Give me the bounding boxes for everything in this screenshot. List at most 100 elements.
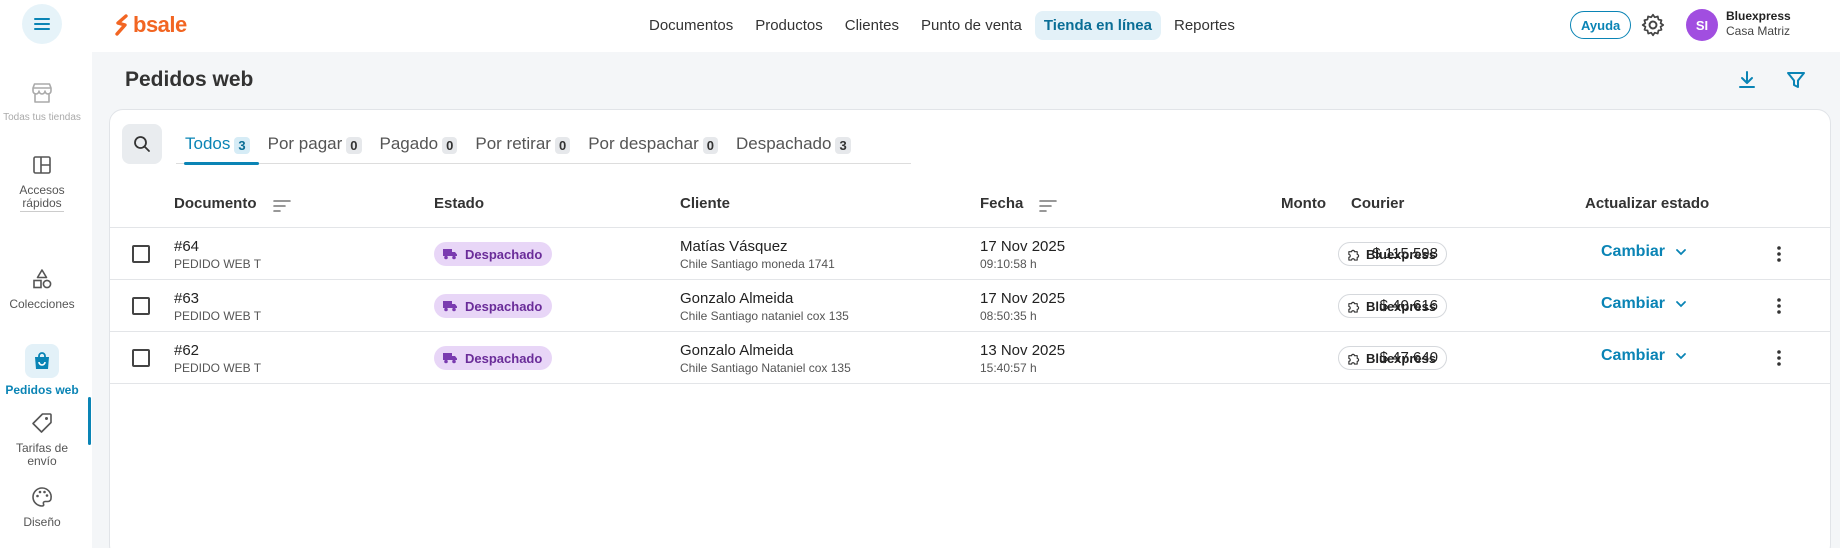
search-button[interactable]: [122, 124, 162, 164]
document-number[interactable]: #64: [174, 238, 199, 255]
account-info[interactable]: Bluexpress Casa Matriz: [1726, 9, 1791, 39]
nav-tienda-en-linea[interactable]: Tienda en línea: [1034, 11, 1161, 40]
tab-count: 0: [346, 137, 362, 154]
change-status-label: Cambiar: [1601, 243, 1666, 260]
change-status-label: Cambiar: [1601, 295, 1666, 312]
table-row[interactable]: #64 PEDIDO WEB T Despachado Matías Vásqu…: [110, 228, 1830, 280]
sidebar-item-label: Diseño: [23, 515, 61, 529]
row-checkbox[interactable]: [132, 297, 150, 315]
sidebar-item-tarifas-de-envio[interactable]: Tarifas de envío: [0, 410, 84, 468]
courier-label: Bluexpress: [1366, 350, 1437, 366]
document-type: PEDIDO WEB T: [174, 309, 262, 323]
column-header-monto: Monto: [1281, 195, 1326, 212]
sidebar-item-todas-tus-tiendas[interactable]: Todas tus tiendas: [0, 80, 84, 123]
gear-icon[interactable]: [1640, 12, 1666, 38]
puzzle-icon: [1348, 353, 1360, 365]
tab-label: Por retirar: [475, 134, 551, 153]
row-more-options-button[interactable]: [1767, 294, 1791, 318]
sort-icon[interactable]: [1038, 198, 1058, 214]
row-more-options-button[interactable]: [1767, 242, 1791, 266]
row-checkbox[interactable]: [132, 349, 150, 367]
column-header-courier: Courier: [1351, 195, 1405, 212]
column-header-fecha[interactable]: Fecha: [980, 195, 1023, 212]
nav-reportes[interactable]: Reportes: [1165, 11, 1244, 40]
sidebar-active-indicator: [88, 397, 91, 445]
bsale-logo[interactable]: bsale: [114, 12, 187, 38]
column-header-documento[interactable]: Documento: [174, 195, 257, 212]
nav-clientes[interactable]: Clientes: [836, 11, 908, 40]
sidebar-item-label: Colecciones: [9, 297, 75, 311]
main-nav: Documentos Productos Clientes Punto de v…: [640, 11, 1244, 40]
order-time: 15:40:57 h: [980, 361, 1037, 375]
sidebar-item-label: Pedidos web: [5, 383, 79, 397]
row-more-options-button[interactable]: [1767, 346, 1791, 370]
nav-punto-de-venta[interactable]: Punto de venta: [912, 11, 1031, 40]
column-header-cliente: Cliente: [680, 195, 731, 212]
document-number[interactable]: #62: [174, 342, 199, 359]
shopping-bag-icon: [35, 352, 49, 369]
order-date: 17 Nov 2025: [980, 290, 1066, 307]
tab-despachado[interactable]: Despachado 3: [727, 128, 860, 164]
puzzle-icon: [1348, 249, 1360, 261]
hamburger-menu-button[interactable]: [22, 4, 62, 44]
tab-todos[interactable]: Todos 3: [176, 128, 259, 165]
client-name: Gonzalo Almeida: [680, 342, 794, 359]
order-time: 09:10:58 h: [980, 257, 1037, 271]
change-status-dropdown[interactable]: Cambiar: [1601, 295, 1687, 313]
tab-label: Despachado: [736, 134, 832, 153]
account-name: Bluexpress: [1726, 9, 1791, 23]
puzzle-icon: [1348, 301, 1360, 313]
chevron-down-icon: [1676, 249, 1686, 256]
avatar[interactable]: SI: [1686, 9, 1718, 41]
logo-text: bsale: [133, 12, 187, 37]
tab-pagado[interactable]: Pagado 0: [371, 128, 467, 164]
status-badge: Despachado: [434, 294, 553, 318]
sidebar-item-diseno[interactable]: Diseño: [0, 484, 84, 529]
order-time: 08:50:35 h: [980, 309, 1037, 323]
sidebar-item-accesos-rapidos[interactable]: Accesos rápidos: [0, 152, 84, 210]
client-address: Chile Santiago nataniel cox 135: [680, 309, 849, 323]
nav-documentos[interactable]: Documentos: [640, 11, 742, 40]
top-bar: bsale Documentos Productos Clientes Punt…: [0, 0, 1840, 52]
client-address: Chile Santiago Nataniel cox 135: [680, 361, 851, 375]
document-type: PEDIDO WEB T: [174, 257, 262, 271]
row-checkbox[interactable]: [132, 245, 150, 263]
courier-badge: Bluexpress: [1338, 346, 1448, 370]
truck-icon: [443, 301, 457, 312]
nav-productos[interactable]: Productos: [746, 11, 832, 40]
sidebar-active-icon-wrap: [25, 344, 59, 378]
shapes-icon: [33, 269, 52, 289]
help-button[interactable]: Ayuda: [1570, 11, 1632, 39]
palette-icon: [32, 487, 52, 507]
change-status-dropdown[interactable]: Cambiar: [1601, 243, 1687, 261]
change-status-dropdown[interactable]: Cambiar: [1601, 347, 1687, 365]
courier-badge: Bluexpress: [1338, 294, 1448, 318]
tab-por-pagar[interactable]: Por pagar 0: [259, 128, 371, 164]
status-tabs: Todos 3 Por pagar 0 Pagado 0 Por retirar…: [176, 128, 911, 165]
tab-por-despachar[interactable]: Por despachar 0: [579, 128, 727, 164]
download-icon[interactable]: [1735, 68, 1759, 92]
tab-label: Por pagar: [267, 134, 343, 153]
sidebar-divider: [20, 211, 64, 212]
tab-por-retirar[interactable]: Por retirar 0: [466, 128, 579, 164]
chevron-down-icon: [1676, 301, 1686, 308]
sidebar-item-pedidos-web[interactable]: Pedidos web: [0, 344, 84, 397]
courier-label: Bluexpress: [1366, 298, 1437, 314]
truck-icon: [443, 249, 457, 260]
tag-icon: [32, 413, 52, 433]
sort-icon[interactable]: [272, 198, 292, 214]
sidebar-item-colecciones[interactable]: Colecciones: [0, 266, 84, 311]
change-status-label: Cambiar: [1601, 347, 1666, 364]
table-row[interactable]: #62 PEDIDO WEB T Despachado Gonzalo Alme…: [110, 332, 1830, 384]
filter-icon[interactable]: [1784, 68, 1808, 92]
tab-count: 0: [442, 137, 458, 154]
truck-icon: [443, 353, 457, 364]
table-row[interactable]: #63 PEDIDO WEB T Despachado Gonzalo Alme…: [110, 280, 1830, 332]
more-vertical-icon: [1777, 246, 1781, 262]
client-name: Matías Vásquez: [680, 238, 788, 255]
layout-icon: [33, 156, 51, 174]
tab-count: 0: [554, 137, 571, 154]
document-number[interactable]: #63: [174, 290, 199, 307]
tab-count: 3: [234, 137, 250, 154]
client-name: Gonzalo Almeida: [680, 290, 794, 307]
